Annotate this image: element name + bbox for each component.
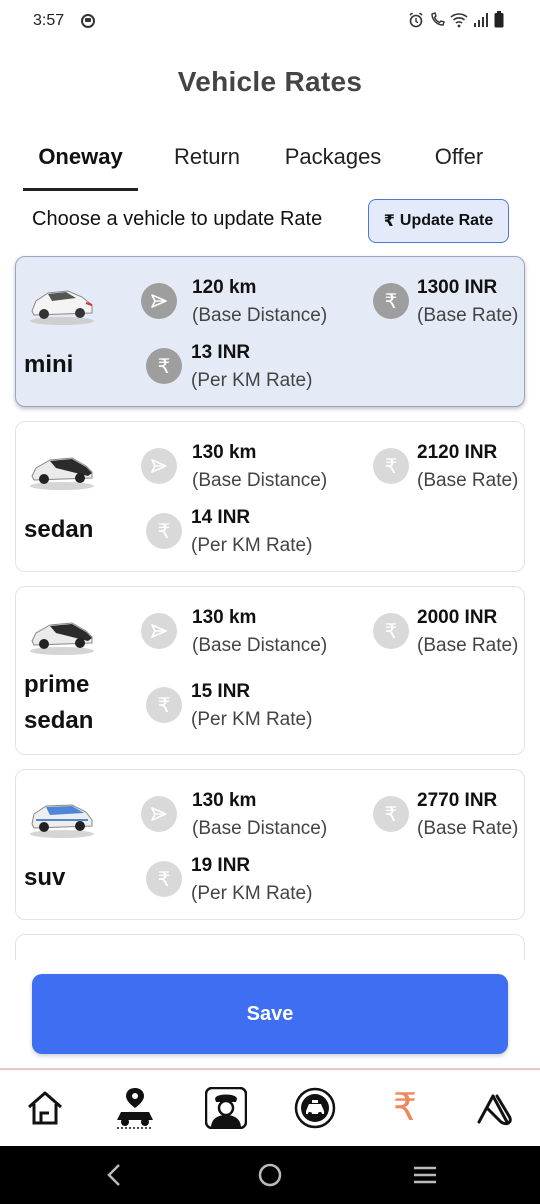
base-distance-label: (Base Distance) <box>192 305 328 326</box>
base-rate-value: 1300 INR <box>417 277 498 298</box>
vehicle-name-line-1: prime <box>24 671 90 698</box>
per-km-value: 19 INR <box>191 855 251 876</box>
base-distance-label: (Base Distance) <box>192 818 328 839</box>
per-km-value: 15 INR <box>191 681 251 702</box>
status-bar: 3:57 <box>0 0 540 44</box>
rupee-icon: ₹ <box>373 283 409 319</box>
rupee-icon: ₹ <box>383 213 395 230</box>
vehicle-name: sedan <box>24 516 94 543</box>
per-km-value: 13 INR <box>191 342 251 363</box>
base-distance-value: 130 km <box>192 790 257 811</box>
base-rate-value: 2770 INR <box>417 790 498 811</box>
bottom-nav: ₹ <box>0 1068 540 1148</box>
save-button-container: Save <box>32 974 508 1054</box>
recents-icon[interactable] <box>410 1162 440 1188</box>
rupee-icon: ₹ <box>146 348 182 384</box>
rupee-icon: ₹ <box>373 448 409 484</box>
alarm-icon <box>409 11 423 27</box>
base-rate-value: 2000 INR <box>417 607 498 628</box>
save-button[interactable]: Save <box>32 974 508 1054</box>
active-tab-indicator <box>23 188 138 191</box>
vehicle-card-prime-sedan[interactable]: prime sedan 130 km (Base Distance) ₹ 200… <box>15 586 525 755</box>
car-icon <box>30 457 94 490</box>
car-icon <box>30 290 94 325</box>
send-icon <box>141 796 177 832</box>
update-rate-button[interactable]: ₹ Update Rate <box>368 199 509 243</box>
send-icon <box>141 448 177 484</box>
home-circle-icon[interactable] <box>255 1162 285 1188</box>
rupee-icon: ₹ <box>373 796 409 832</box>
tab-bar: Oneway Return Packages Offer <box>0 140 540 192</box>
base-distance-label: (Base Distance) <box>192 470 328 491</box>
wifi-call-icon <box>431 11 445 26</box>
notification-icon <box>81 14 95 28</box>
update-rate-label: Update Rate <box>399 212 494 229</box>
signal-icon <box>474 12 488 27</box>
driver-icon[interactable] <box>204 1086 248 1130</box>
status-icons <box>408 11 504 28</box>
battery-icon <box>494 11 504 28</box>
base-distance-label: (Base Distance) <box>192 635 328 656</box>
vehicle-card-partial[interactable] <box>15 934 525 960</box>
rupee-icon: ₹ <box>146 861 182 897</box>
send-icon <box>141 283 177 319</box>
car-icon <box>30 622 94 655</box>
vehicle-card-mini[interactable]: mini 120 km (Base Distance) ₹ 1300 INR (… <box>15 256 525 407</box>
tab-packages[interactable]: Packages <box>272 140 394 190</box>
tab-return[interactable]: Return <box>158 140 256 190</box>
base-distance-value: 130 km <box>192 442 257 463</box>
base-distance-value: 120 km <box>192 277 257 298</box>
car-icon <box>30 804 94 838</box>
vehicle-card-sedan[interactable]: sedan 130 km (Base Distance) ₹ 2120 INR … <box>15 421 525 572</box>
car-location-icon[interactable] <box>113 1086 157 1130</box>
base-rate-label: (Base Rate) <box>417 305 519 326</box>
base-rate-label: (Base Rate) <box>417 470 519 491</box>
base-rate-label: (Base Rate) <box>417 635 519 656</box>
per-km-value: 14 INR <box>191 507 251 528</box>
tab-oneway[interactable]: Oneway <box>23 140 138 190</box>
tab-offer[interactable]: Offer <box>414 140 504 190</box>
vehicle-name: suv <box>24 864 66 891</box>
per-km-label: (Per KM Rate) <box>191 370 313 391</box>
choose-vehicle-hint: Choose a vehicle to update Rate <box>32 208 323 230</box>
app-logo-icon[interactable] <box>473 1086 517 1130</box>
rupee-icon: ₹ <box>146 687 182 723</box>
rupee-icon: ₹ <box>146 513 182 549</box>
base-distance-value: 130 km <box>192 607 257 628</box>
vehicle-name-line-2: sedan <box>24 707 94 734</box>
per-km-label: (Per KM Rate) <box>191 709 313 730</box>
back-icon[interactable] <box>100 1162 130 1188</box>
vehicle-name: mini <box>24 351 74 378</box>
page-title: Vehicle Rates <box>177 66 363 97</box>
taxi-badge-icon[interactable] <box>293 1086 337 1130</box>
status-time: 3:57 <box>33 12 65 29</box>
home-icon[interactable] <box>23 1086 67 1130</box>
send-icon <box>141 613 177 649</box>
per-km-label: (Per KM Rate) <box>191 535 313 556</box>
wifi-icon <box>450 12 468 27</box>
rupee-icon[interactable]: ₹ <box>383 1086 427 1130</box>
per-km-label: (Per KM Rate) <box>191 883 313 904</box>
rupee-icon: ₹ <box>373 613 409 649</box>
base-rate-label: (Base Rate) <box>417 818 519 839</box>
vehicle-list[interactable]: mini 120 km (Base Distance) ₹ 1300 INR (… <box>0 254 540 960</box>
vehicle-card-suv[interactable]: suv 130 km (Base Distance) ₹ 2770 INR (B… <box>15 769 525 920</box>
system-navigation-bar <box>0 1146 540 1204</box>
base-rate-value: 2120 INR <box>417 442 498 463</box>
